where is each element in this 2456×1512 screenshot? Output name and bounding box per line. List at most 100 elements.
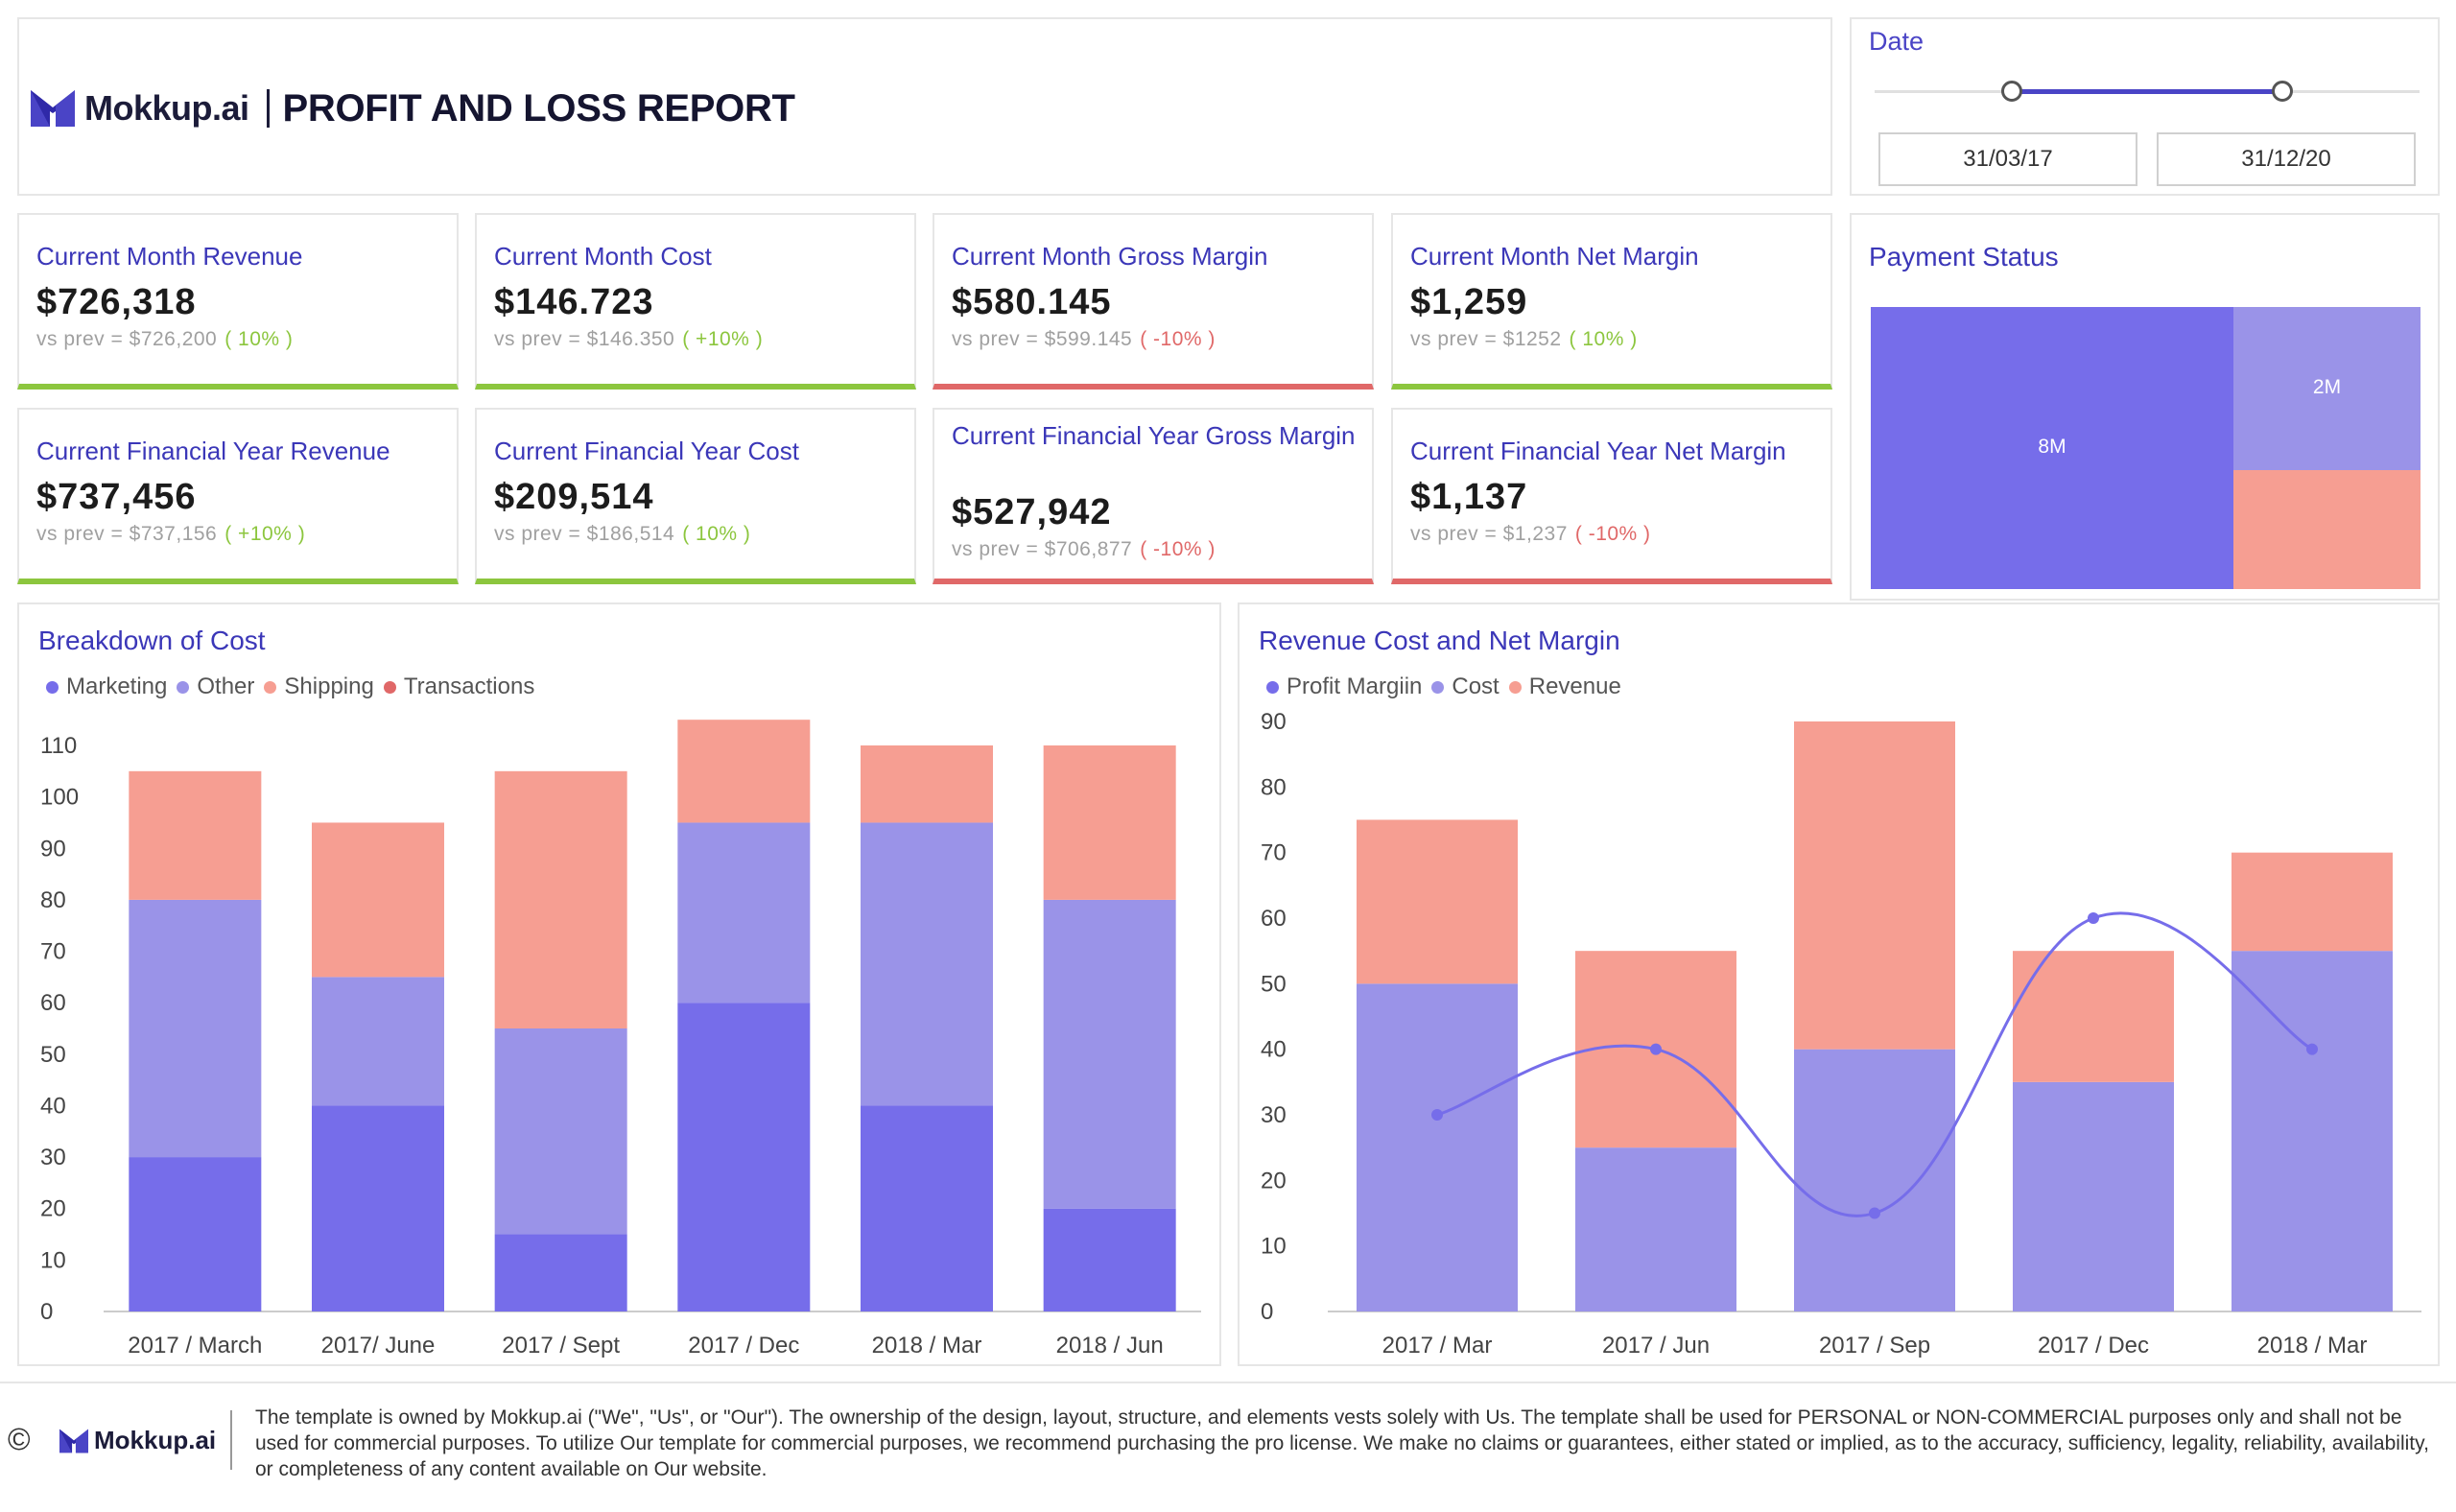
date-start-input[interactable]: 31/03/17 — [1878, 132, 2137, 186]
point-profit-margiin-2017-sep[interactable] — [1869, 1207, 1880, 1219]
bar-other-2018-jun[interactable] — [1043, 899, 1176, 1209]
kpi-change-pct: ( +10% ) — [682, 328, 764, 350]
y-tick-label: 40 — [40, 1093, 66, 1119]
point-profit-margiin-2017-jun[interactable] — [1650, 1043, 1662, 1055]
y-tick-label: 70 — [1261, 840, 1287, 866]
treemap-tile-8m[interactable]: 8M — [1871, 307, 2233, 589]
x-tick-label: 2017 / Jun — [1602, 1333, 1710, 1358]
kpi-card-current-month-revenue: Current Month Revenue $726,318 vs prev =… — [17, 213, 459, 390]
bar-shipping-2017-march[interactable] — [129, 770, 262, 900]
bar-revenue-2018-mar[interactable] — [2232, 852, 2393, 952]
point-profit-margiin-2018-mar[interactable] — [2306, 1043, 2318, 1055]
bar-cost-2018-mar[interactable] — [2232, 951, 2393, 1311]
bar-marketing-2018-mar[interactable] — [861, 1105, 993, 1311]
kpi-value: $580.145 — [952, 282, 1112, 322]
bar-shipping-2018-mar[interactable] — [861, 745, 993, 823]
revenue-cost-net-margin-card: Revenue Cost and Net Margin Profit Margi… — [1238, 602, 2440, 1366]
bar-marketing-2018-jun[interactable] — [1043, 1208, 1176, 1311]
x-tick-label: 2018 / Jun — [1056, 1333, 1164, 1358]
bar-other-2018-mar[interactable] — [861, 822, 993, 1106]
treemap-tile-other[interactable] — [2233, 470, 2421, 589]
y-tick-label: 90 — [40, 836, 66, 862]
x-tick-label: 2017 / Dec — [688, 1333, 799, 1358]
date-end-handle[interactable] — [2272, 81, 2293, 102]
kpi-prev-value: $186,514 — [586, 523, 675, 545]
y-tick-label: 40 — [1261, 1037, 1287, 1063]
date-filter-label: Date — [1869, 27, 1925, 56]
kpi-card-current-month-cost: Current Month Cost $146.723 vs prev = $1… — [475, 213, 916, 390]
kpi-prev: vs prev = $706,877 ( -10% ) — [952, 538, 1216, 561]
bar-shipping-2018-jun[interactable] — [1043, 745, 1176, 900]
kpi-title: Current Month Gross Margin — [952, 242, 1268, 271]
x-tick-label: 2017 / Sep — [1819, 1333, 1930, 1358]
kpi-value: $737,456 — [36, 477, 197, 517]
kpi-prev-label: vs prev = — [36, 523, 124, 545]
x-tick-label: 2018 / Mar — [2257, 1333, 2368, 1358]
kpi-card-fy-net-margin: Current Financial Year Net Margin $1,137… — [1391, 408, 1832, 584]
bar-other-2017-dec[interactable] — [677, 822, 811, 1004]
footer-divider-line — [0, 1382, 2456, 1383]
y-tick-label: 20 — [40, 1196, 66, 1222]
kpi-card-fy-revenue: Current Financial Year Revenue $737,456 … — [17, 408, 459, 584]
bar-cost-2017-dec[interactable] — [2013, 1081, 2174, 1311]
bar-shipping-2017-june[interactable] — [312, 822, 444, 978]
bar-revenue-2017-sep[interactable] — [1794, 721, 1955, 1050]
bar-shipping-2017-dec[interactable] — [677, 720, 811, 823]
bar-cost-2017-jun[interactable] — [1575, 1147, 1736, 1311]
kpi-value: $1,259 — [1410, 282, 1528, 322]
y-tick-label: 50 — [1261, 971, 1287, 997]
y-tick-label: 110 — [40, 733, 77, 759]
bar-other-2017-march[interactable] — [129, 899, 262, 1158]
y-tick-label: 20 — [1261, 1168, 1287, 1193]
date-end-input[interactable]: 31/12/20 — [2157, 132, 2416, 186]
mokkup-logo-icon — [31, 90, 75, 127]
x-tick-label: 2018 / Mar — [872, 1333, 982, 1358]
footer-vertical-divider — [230, 1410, 232, 1470]
kpi-value: $209,514 — [494, 477, 654, 517]
y-tick-label: 90 — [1261, 709, 1287, 735]
bar-other-2017-sept[interactable] — [494, 1028, 627, 1235]
kpi-card-current-month-gross-margin: Current Month Gross Margin $580.145 vs p… — [933, 213, 1374, 390]
y-tick-label: 80 — [1261, 774, 1287, 800]
kpi-prev-value: $706,877 — [1044, 538, 1133, 560]
treemap-tile-2m[interactable]: 2M — [2233, 307, 2421, 470]
kpi-card-fy-gross-margin: Current Financial Year Gross Margin $527… — [933, 408, 1374, 584]
point-profit-margiin-2017-dec[interactable] — [2088, 912, 2099, 924]
kpi-prev: vs prev = $146.350 ( +10% ) — [494, 328, 763, 351]
bar-marketing-2017-dec[interactable] — [677, 1003, 811, 1311]
kpi-change-pct: ( -10% ) — [1574, 523, 1651, 545]
x-tick-label: 2017 / Dec — [2038, 1333, 2149, 1358]
brand-logo[interactable]: Mokkup.ai PROFIT AND LOSS REPORT — [31, 86, 795, 130]
kpi-change-pct: ( +10% ) — [224, 523, 306, 545]
bar-marketing-2017-sept[interactable] — [494, 1234, 627, 1311]
bar-shipping-2017-sept[interactable] — [494, 770, 627, 1028]
kpi-change-pct: ( 10% ) — [224, 328, 294, 350]
x-tick-label: 2017 / Sept — [502, 1333, 620, 1358]
y-tick-label: 60 — [40, 990, 66, 1016]
kpi-change-pct: ( -10% ) — [1140, 328, 1216, 350]
x-tick-label: 2017/ June — [321, 1333, 436, 1358]
payment-status-card: Payment Status 8M 2M — [1850, 213, 2440, 601]
kpi-value: $146.723 — [494, 282, 654, 322]
y-tick-label: 80 — [40, 887, 66, 913]
date-start-handle[interactable] — [2001, 81, 2022, 102]
kpi-value: $527,942 — [952, 492, 1112, 532]
kpi-prev-value: $737,156 — [129, 523, 218, 545]
footer-disclaimer: The template is owned by Mokkup.ai ("We"… — [255, 1406, 2429, 1480]
treemap-tile-label: 2M — [2312, 376, 2342, 398]
kpi-title: Current Month Cost — [494, 242, 712, 271]
bar-marketing-2017-june[interactable] — [312, 1105, 444, 1311]
footer-brand-name: Mokkup.ai — [94, 1426, 217, 1454]
kpi-title: Current Financial Year Net Margin — [1410, 437, 1786, 465]
bar-cost-2017-sep[interactable] — [1794, 1049, 1955, 1311]
kpi-prev-value: $1252 — [1502, 328, 1562, 350]
bar-other-2017-june[interactable] — [312, 977, 444, 1106]
page-title: PROFIT AND LOSS REPORT — [282, 86, 795, 130]
mokkup-logo-icon — [59, 1429, 88, 1453]
bar-revenue-2017-mar[interactable] — [1357, 819, 1518, 984]
point-profit-margiin-2017-mar[interactable] — [1431, 1109, 1443, 1121]
bar-marketing-2017-march[interactable] — [129, 1157, 262, 1311]
bar-cost-2017-mar[interactable] — [1357, 983, 1518, 1311]
footer-logo[interactable]: Mokkup.ai — [59, 1426, 216, 1455]
kpi-card-current-month-net-margin: Current Month Net Margin $1,259 vs prev … — [1391, 213, 1832, 390]
